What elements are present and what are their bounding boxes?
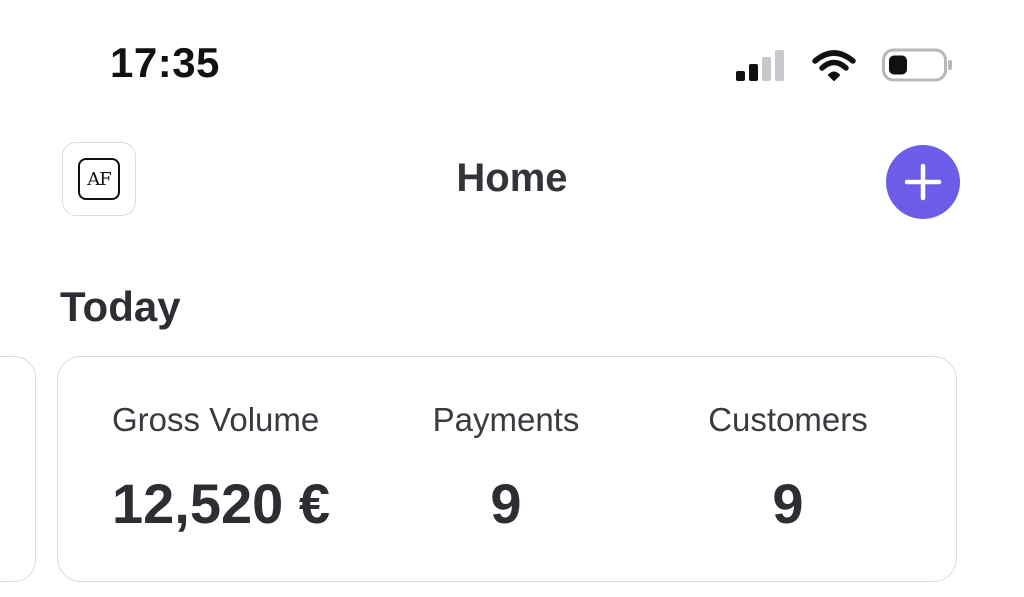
add-button[interactable] (886, 145, 960, 219)
stat-value: 9 (490, 472, 522, 535)
plus-icon (903, 162, 943, 202)
stat-label: Gross Volume (112, 401, 320, 438)
today-stats-card[interactable]: Gross Volume 12,520 € Payments 9 Custome… (57, 356, 957, 582)
battery-icon (882, 48, 954, 82)
status-time: 17:35 (110, 39, 220, 86)
cellular-signal-icon (736, 49, 786, 81)
stat-value: 9 (772, 472, 804, 535)
stat-value: 12,520 € (112, 472, 330, 535)
page-title: Home (456, 156, 568, 200)
wifi-icon (812, 49, 856, 81)
stat-label: Customers (708, 401, 868, 438)
stat-payments: Payments 9 (416, 403, 596, 532)
status-icons (736, 48, 954, 82)
stat-label: Payments (432, 401, 580, 438)
stat-customers: Customers 9 (688, 403, 888, 532)
previous-card-peek[interactable] (0, 356, 36, 582)
section-title-today: Today (60, 283, 181, 330)
stat-gross-volume: Gross Volume 12,520 € (112, 403, 348, 532)
